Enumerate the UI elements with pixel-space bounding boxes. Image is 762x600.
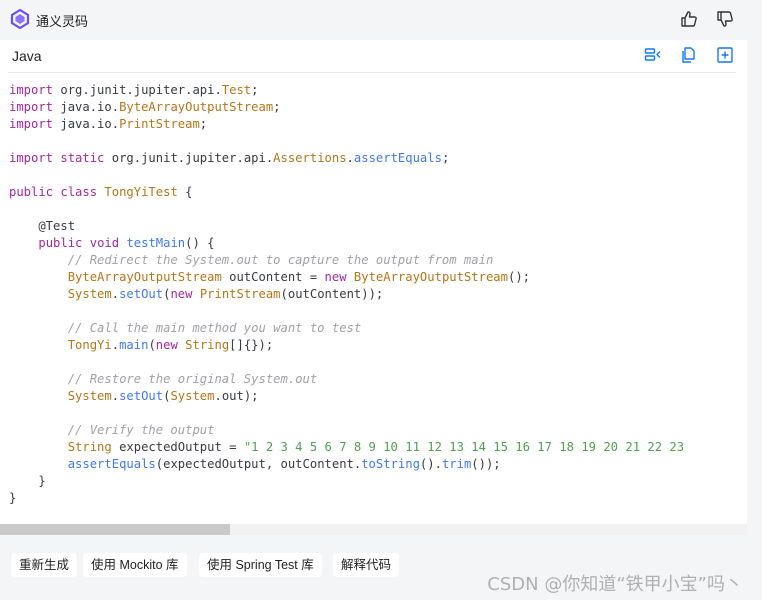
code-line: import static org.junit.jupiter.api.Asse…	[9, 151, 450, 165]
code-line: // Call the main method you want to test	[67, 321, 362, 335]
horizontal-scrollbar[interactable]	[0, 524, 747, 535]
code-line: assertEquals(expectedOutput, outContent.…	[67, 457, 501, 471]
code-line: import java.io.PrintStream;	[9, 117, 208, 131]
code-line: }	[9, 491, 17, 505]
panel-header: 通义灵码	[0, 0, 747, 40]
code-line: // Restore the original System.out	[67, 372, 318, 386]
code-line: // Verify the output	[67, 423, 215, 437]
code-language-label: Java	[12, 48, 42, 64]
use-mockito-button[interactable]: 使用 Mockito 库	[83, 553, 187, 577]
code-line: @Test	[9, 219, 76, 233]
code-line: TongYi.main(new String[]{});	[67, 338, 274, 352]
code-line: import java.io.ByteArrayOutputStream;	[9, 100, 281, 114]
code-line: public void testMain() {	[38, 236, 215, 250]
code-line: String expectedOutput = "1 2 3 4 5 6 7 8…	[67, 440, 685, 454]
code-line: ByteArrayOutputStream outContent = new B…	[67, 270, 530, 284]
code-content[interactable]: import org.junit.jupiter.api.Test; impor…	[9, 82, 747, 507]
code-card: Java import org.junit.jupiter.api.Test; …	[0, 40, 747, 535]
thumbs-up-icon[interactable]	[679, 9, 699, 29]
code-line: // Redirect the System.out to capture th…	[67, 253, 494, 267]
code-line: }	[9, 474, 46, 488]
insert-code-icon[interactable]	[644, 46, 662, 64]
csdn-watermark: CSDN @你知道“铁甲小宝”吗丶	[487, 574, 743, 595]
code-line: System.setOut(new PrintStream(outContent…	[67, 287, 384, 301]
code-line: System.setOut(System.out);	[67, 389, 259, 403]
new-file-icon[interactable]	[716, 46, 734, 64]
scrollbar-thumb[interactable]	[0, 524, 230, 535]
brand-name: 通义灵码	[36, 15, 89, 30]
code-line: public class TongYiTest {	[9, 185, 193, 199]
tongyi-logo-icon	[10, 9, 30, 29]
code-header-divider	[8, 72, 736, 73]
use-spring-test-button[interactable]: 使用 Spring Test 库	[199, 553, 322, 577]
explain-code-button[interactable]: 解释代码	[333, 553, 400, 577]
copy-icon[interactable]	[680, 46, 698, 64]
thumbs-down-icon[interactable]	[715, 9, 735, 29]
assistant-panel: 通义灵码 Java import org.junit.jupiter.api.T…	[0, 0, 747, 600]
regenerate-button[interactable]: 重新生成	[11, 553, 78, 577]
code-line: import org.junit.jupiter.api.Test;	[9, 83, 259, 97]
